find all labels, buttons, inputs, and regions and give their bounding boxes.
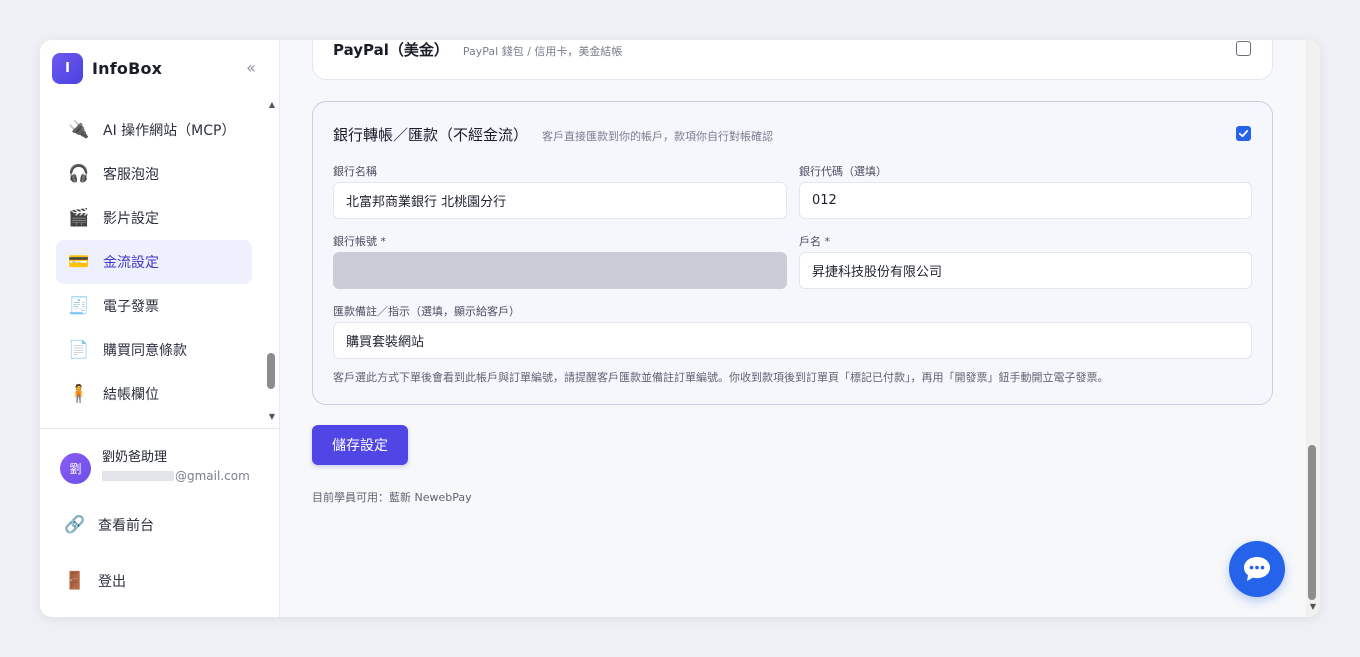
sidebar-item-payment-settings[interactable]: 💳 金流設定 [56,240,252,284]
bank-account-input[interactable] [333,252,787,289]
chat-button[interactable] [1229,541,1285,597]
remittance-note-input[interactable]: 購買套裝網站 [333,322,1252,359]
sidebar-item-label: 結帳欄位 [103,387,159,403]
available-gateways-text: 目前學員可用：藍新 NewebPay [312,491,472,504]
sidebar-item-video-settings[interactable]: 🎬 影片設定 [56,196,252,240]
view-frontend-label: 查看前台 [98,518,154,534]
brand[interactable]: I InfoBox [52,52,162,84]
bank-transfer-hint: 客戶選此方式下單後會看到此帳戶與訂單編號，請提醒客戶匯款並備註訂單編號。你收到款… [333,371,1109,384]
account-holder-input[interactable]: 昇捷科技股份有限公司 [799,252,1252,289]
main-scrollbar-thumb[interactable] [1308,445,1316,600]
user-email: @gmail.com [102,467,250,485]
sidebar-item-label: 購買同意條款 [103,343,187,359]
user-profile: 劉 劉奶爸助理 @gmail.com [60,449,250,485]
logout-link[interactable]: 🚪 登出 [64,569,126,593]
sidebar-item-ai-mcp[interactable]: 🔌 AI 操作網站（MCP） [56,108,252,152]
checkmark-icon [1238,130,1249,138]
sidebar-item-label: 影片設定 [103,211,159,227]
payment-method-card-bank-transfer: 銀行轉帳／匯款（不經金流） 客戶直接匯款到你的帳戶，款項你自行對帳確認 銀行名稱… [312,101,1273,405]
main-content: PayPal（美金） PayPal 錢包 / 信用卡，美金結帳 銀行轉帳／匯款（… [280,40,1320,617]
sidebar-footer: 劉 劉奶爸助理 @gmail.com 🔗 查看前台 🚪 登出 [40,428,280,617]
credit-card-icon: 💳 [68,251,90,272]
paypal-title: PayPal（美金） [333,41,449,59]
payment-method-card-paypal: PayPal（美金） PayPal 錢包 / 信用卡，美金結帳 [312,40,1273,80]
view-frontend-link[interactable]: 🔗 查看前台 [64,513,154,537]
bank-code-label: 銀行代碼（選填） [799,165,887,178]
bank-title-row: 銀行轉帳／匯款（不經金流） 客戶直接匯款到你的帳戶，款項你自行對帳確認 [333,124,773,145]
bank-transfer-enable-checkbox[interactable] [1236,126,1251,141]
plug-icon: 🔌 [68,119,90,140]
paypal-title-row: PayPal（美金） PayPal 錢包 / 信用卡，美金結帳 [333,40,622,60]
receipt-icon: 🧾 [68,295,90,316]
sidebar-item-label: 客服泡泡 [103,167,159,183]
clapperboard-icon: 🎬 [68,207,90,228]
sidebar-scroll-down-arrow[interactable]: ▼ [267,412,277,422]
bank-transfer-title: 銀行轉帳／匯款（不經金流） [333,126,529,144]
sidebar-item-purchase-terms[interactable]: 📄 購買同意條款 [56,328,252,372]
sidebar-item-label: AI 操作網站（MCP） [103,123,236,139]
link-icon: 🔗 [64,515,86,535]
sidebar-item-label: 電子發票 [103,299,159,315]
brand-logo: I [52,52,83,84]
sidebar-item-checkout-fields[interactable]: 🧍 結帳欄位 [56,372,252,416]
logout-label: 登出 [98,574,126,590]
headphones-icon: 🎧 [68,163,90,184]
paypal-enable-checkbox[interactable] [1236,41,1251,56]
sidebar-item-label: 金流設定 [103,255,159,271]
bank-name-input[interactable]: 北富邦商業銀行 北桃園分行 [333,182,787,219]
remittance-note-label: 匯款備註／指示（選填，顯示給客戶） [333,305,520,318]
person-standing-icon: 🧍 [68,383,90,404]
sidebar-item-chat-bubble[interactable]: 🎧 客服泡泡 [56,152,252,196]
main-scroll-down-arrow[interactable]: ▼ [1308,602,1318,612]
avatar: 劉 [60,453,91,484]
email-redaction [102,471,174,481]
bank-name-label: 銀行名稱 [333,165,377,178]
brand-name: InfoBox [92,58,163,78]
user-email-domain: @gmail.com [175,469,250,483]
door-icon: 🚪 [64,571,86,591]
save-settings-button[interactable]: 儲存設定 [312,425,408,465]
chat-bubble-icon [1244,557,1270,581]
bank-transfer-description: 客戶直接匯款到你的帳戶，款項你自行對帳確認 [542,130,774,143]
sidebar-scrollbar-thumb[interactable] [267,353,275,389]
sidebar: I InfoBox « ▲ 🔌 AI 操作網站（MCP） 🎧 客服泡泡 🎬 影片… [40,40,280,617]
bank-code-input[interactable]: 012 [799,182,1252,219]
sidebar-nav: 🔌 AI 操作網站（MCP） 🎧 客服泡泡 🎬 影片設定 💳 金流設定 🧾 電子… [40,98,280,428]
sidebar-item-e-invoice[interactable]: 🧾 電子發票 [56,284,252,328]
bank-account-label: 銀行帳號 * [333,235,386,248]
collapse-sidebar-button[interactable]: « [241,56,261,78]
paypal-description: PayPal 錢包 / 信用卡，美金結帳 [462,45,623,58]
document-icon: 📄 [68,339,90,360]
account-holder-label: 戶名 * [799,235,830,248]
app-window: I InfoBox « ▲ 🔌 AI 操作網站（MCP） 🎧 客服泡泡 🎬 影片… [40,40,1320,617]
user-name: 劉奶爸助理 [102,450,168,465]
